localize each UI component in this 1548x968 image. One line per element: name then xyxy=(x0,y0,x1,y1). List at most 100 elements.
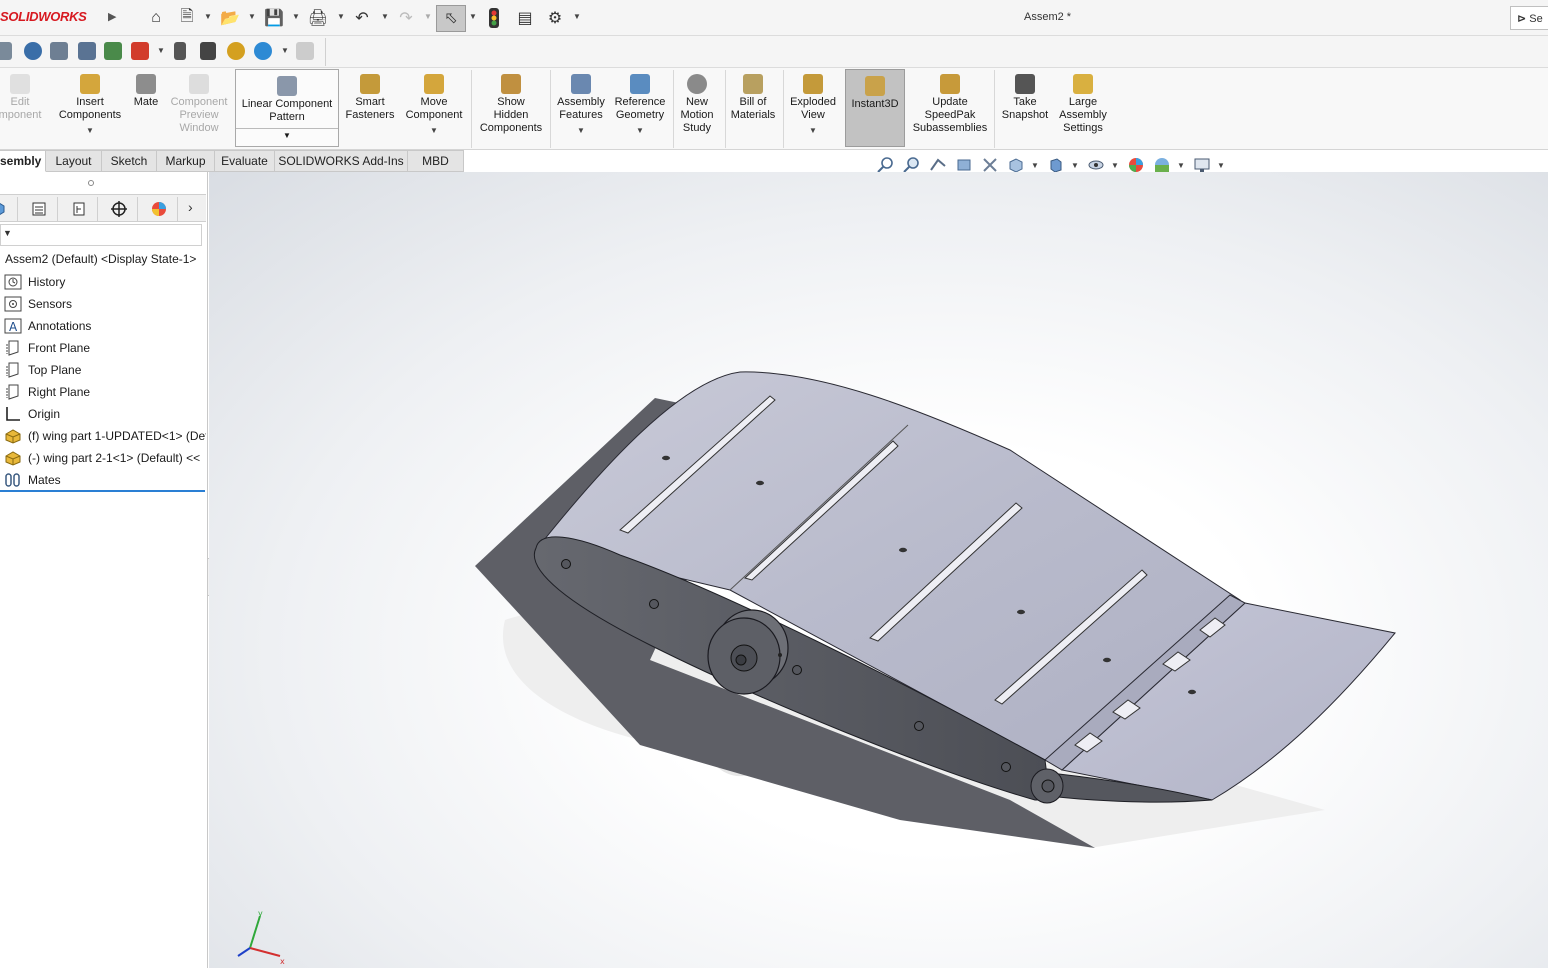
tree-item-right-plane[interactable]: Right Plane xyxy=(4,382,206,402)
tree-item-wing-part-2[interactable]: (-) wing part 2-1<1> (Default) << xyxy=(4,448,206,468)
undo-icon[interactable]: ↶ xyxy=(352,8,372,28)
chevron-down-icon[interactable]: ▼ xyxy=(469,12,477,21)
cmd-label: Linear Component Pattern xyxy=(241,98,333,123)
rebuild-traffic-light-icon[interactable] xyxy=(484,8,504,28)
tab-sketch[interactable]: Sketch xyxy=(102,150,157,172)
mate-button[interactable]: Mate xyxy=(128,68,164,150)
feature-manager-tab[interactable] xyxy=(0,197,18,221)
take-snapshot-button[interactable]: Take Snapshot xyxy=(996,68,1054,150)
property-manager-tab[interactable] xyxy=(20,197,58,221)
chevron-down-icon[interactable]: ▼ xyxy=(1111,161,1119,170)
print-icon[interactable]: 🖨 xyxy=(308,8,328,28)
chevron-down-icon[interactable]: ▼ xyxy=(292,12,300,21)
update-speedpak-button[interactable]: Update SpeedPak Subassemblies xyxy=(908,68,992,150)
show-hidden-icon xyxy=(501,74,521,94)
chevron-down-icon[interactable]: ▼ xyxy=(281,46,289,55)
chevron-down-icon[interactable]: ▼ xyxy=(204,12,212,21)
chevron-right-icon[interactable]: › xyxy=(188,199,193,215)
tree-item-top-plane[interactable]: Top Plane xyxy=(4,360,206,380)
chevron-down-icon[interactable]: ▼ xyxy=(430,124,438,137)
large-assembly-settings-button[interactable]: Large Assembly Settings xyxy=(1054,68,1112,150)
tree-item-wing-part-1[interactable]: (f) wing part 1-UPDATED<1> (Def xyxy=(4,426,206,446)
search-commands-input[interactable]: ⊳ Se xyxy=(1510,6,1548,30)
chevron-down-icon[interactable]: ▼ xyxy=(573,12,581,21)
instant3d-button[interactable]: Instant3D xyxy=(845,69,905,147)
globe-icon[interactable] xyxy=(24,42,42,60)
chevron-down-icon[interactable]: ▼ xyxy=(157,46,165,55)
toolbar-icon[interactable] xyxy=(78,42,96,60)
bill-of-materials-button[interactable]: Bill of Materials xyxy=(727,68,779,150)
hole xyxy=(756,480,764,486)
toolbar-icon[interactable] xyxy=(50,42,68,60)
chevron-down-icon[interactable]: ▼ xyxy=(236,128,338,142)
tree-item-front-plane[interactable]: Front Plane xyxy=(4,338,206,358)
edit-component-icon xyxy=(10,74,30,94)
new-document-icon[interactable]: 🗎 xyxy=(177,8,197,28)
cmd-label: Insert Components xyxy=(58,96,122,121)
filter-icon: ▼ xyxy=(3,228,12,238)
feature-tree-filter[interactable]: ▼ xyxy=(0,224,202,246)
tree-rollback-bar[interactable] xyxy=(0,490,205,492)
exploded-view-button[interactable]: Exploded View ▼ xyxy=(785,68,841,150)
toolbar-icon[interactable] xyxy=(227,42,245,60)
configuration-manager-tab[interactable] xyxy=(60,197,98,221)
chevron-down-icon[interactable]: ▼ xyxy=(1177,161,1185,170)
chevron-down-icon[interactable]: ▼ xyxy=(809,124,817,137)
chevron-down-icon[interactable]: ▼ xyxy=(248,12,256,21)
tab-assembly[interactable]: sembly xyxy=(0,150,46,172)
chevron-down-icon[interactable]: ▼ xyxy=(381,12,389,21)
chevron-down-icon[interactable]: ▼ xyxy=(337,12,345,21)
smart-fasteners-button[interactable]: Smart Fasteners xyxy=(341,68,399,150)
chevron-down-icon[interactable]: ▼ xyxy=(1071,161,1079,170)
save-icon[interactable]: 💾 xyxy=(264,8,284,28)
linear-component-pattern-button[interactable]: Linear Component Pattern ▼ xyxy=(235,69,339,147)
tree-item-sensors[interactable]: Sensors xyxy=(4,294,206,314)
edit-component-button[interactable]: Edit mponent xyxy=(0,68,50,150)
gear-icon[interactable]: ⚙ xyxy=(545,8,565,28)
tab-layout[interactable]: Layout xyxy=(46,150,102,172)
tree-item-annotations[interactable]: A Annotations xyxy=(4,316,206,336)
tab-mbd[interactable]: MBD xyxy=(408,150,464,172)
tab-solidworks-add-ins[interactable]: SOLIDWORKS Add-Ins xyxy=(275,150,408,172)
move-component-icon xyxy=(424,74,444,94)
reference-geometry-button[interactable]: Reference Geometry ▼ xyxy=(610,68,670,150)
chevron-down-icon[interactable]: ▼ xyxy=(86,124,94,137)
panel-grip-handle[interactable] xyxy=(88,180,94,186)
insert-components-button[interactable]: Insert Components ▼ xyxy=(54,68,126,150)
toolbar-icon[interactable] xyxy=(0,42,12,60)
file-properties-icon[interactable]: ▤ xyxy=(515,8,535,28)
graphics-viewport[interactable]: y x xyxy=(209,172,1548,968)
chevron-down-icon[interactable]: ▼ xyxy=(577,124,585,137)
toolbar-icon[interactable] xyxy=(104,42,122,60)
tree-root-assembly[interactable]: Assem2 (Default) <Display State-1> xyxy=(5,252,196,266)
home-icon[interactable]: ⌂ xyxy=(146,8,166,28)
open-folder-icon[interactable]: 📂 xyxy=(220,8,240,28)
triad-y-axis xyxy=(249,915,261,949)
dimxpert-manager-tab[interactable] xyxy=(100,197,138,221)
move-component-button[interactable]: Move Component ▼ xyxy=(401,68,467,150)
display-manager-tab[interactable] xyxy=(140,197,178,221)
tab-markup[interactable]: Markup xyxy=(157,150,215,172)
toolbar-icon[interactable] xyxy=(174,42,186,60)
tree-item-history[interactable]: History xyxy=(4,272,206,292)
tree-item-label: Origin xyxy=(28,407,61,421)
toolbar-icon[interactable] xyxy=(131,42,149,60)
toolbar-icon[interactable] xyxy=(254,42,272,60)
wing-assembly-model[interactable] xyxy=(209,172,1548,968)
component-preview-window-button: Component Preview Window xyxy=(166,68,232,150)
menu-expand-icon[interactable]: ▶ xyxy=(108,10,116,23)
tree-item-mates[interactable]: Mates xyxy=(4,470,206,490)
new-motion-study-button[interactable]: New Motion Study xyxy=(675,68,719,150)
toolbar-icon[interactable] xyxy=(200,42,216,60)
annotations-icon: A xyxy=(4,318,22,334)
show-hidden-components-button[interactable]: Show Hidden Components xyxy=(474,68,548,150)
cursor-arrow-icon: ⬁ xyxy=(444,10,458,27)
tab-evaluate[interactable]: Evaluate xyxy=(215,150,275,172)
chevron-down-icon[interactable]: ▼ xyxy=(1217,161,1225,170)
assembly-features-button[interactable]: Assembly Features ▼ xyxy=(553,68,609,150)
chevron-down-icon[interactable]: ▼ xyxy=(1031,161,1039,170)
divider xyxy=(994,70,995,148)
cmd-label: Assembly Features xyxy=(557,96,605,121)
chevron-down-icon[interactable]: ▼ xyxy=(636,124,644,137)
tree-item-origin[interactable]: Origin xyxy=(4,404,206,424)
